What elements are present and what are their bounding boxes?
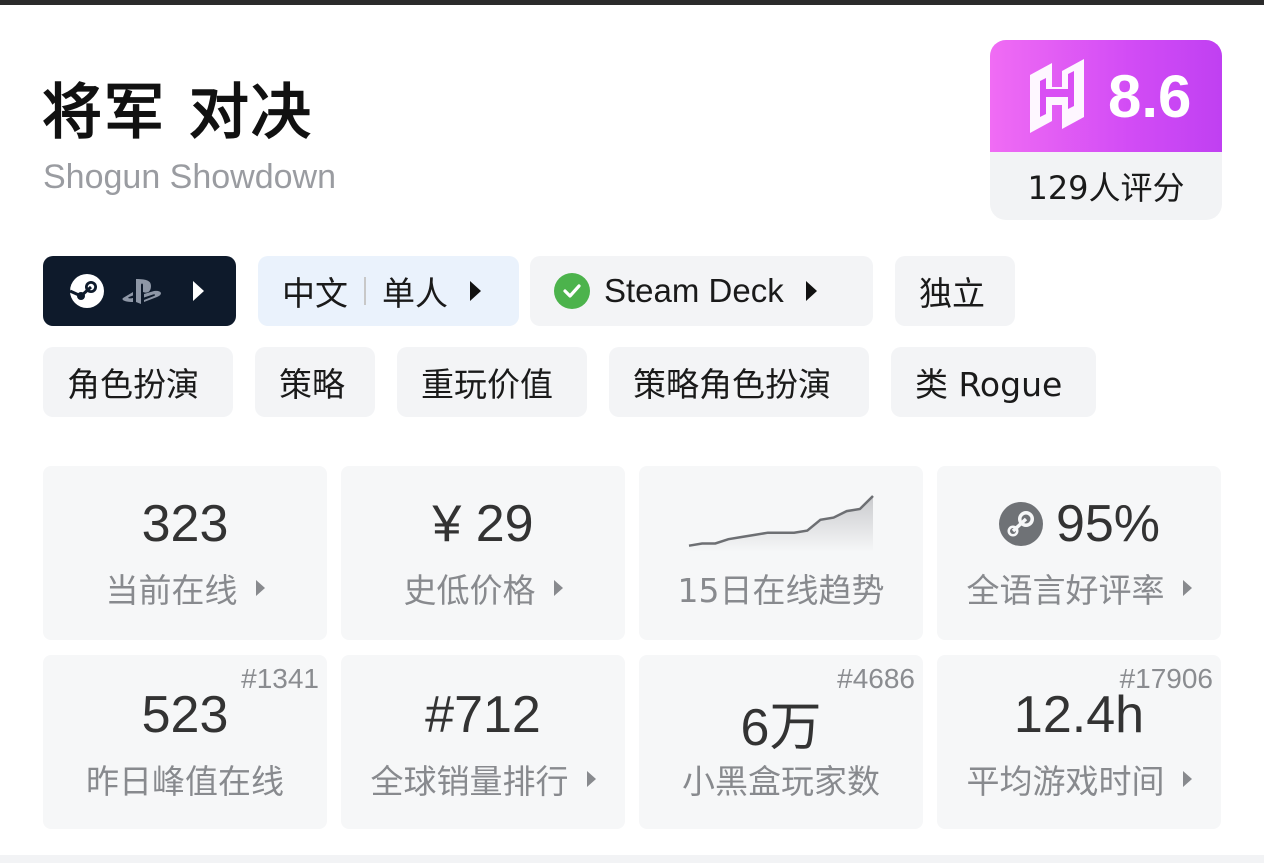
stat-label-text: 小黑盒玩家数 [682,762,880,801]
stat-current-online[interactable]: 323 当前在线 [43,466,327,640]
stat-label: 小黑盒玩家数 [639,755,923,803]
stat-global-sales-rank[interactable]: #712 全球销量排行 [341,655,625,829]
chevron-right-icon [1182,771,1192,787]
score-header: 8.6 [990,40,1222,152]
score-card[interactable]: 8.6 129人评分 [990,40,1222,220]
stat-value: #712 [425,686,541,744]
heybox-logo-icon [1030,59,1084,133]
tag-chip[interactable]: 角色扮演 [43,347,233,417]
stat-heybox-players[interactable]: #4686 6万 小黑盒玩家数 [639,655,923,829]
tag-label: 策略角色扮演 [633,365,831,404]
stat-avg-playtime[interactable]: #17906 12.4h 平均游戏时间 [937,655,1221,829]
stat-label-text: 全语言好评率 [966,571,1165,610]
tag-label: 类 Rogue [915,365,1063,404]
stat-rating[interactable]: 95% 全语言好评率 [937,466,1221,640]
tag-label: 重玩价值 [421,365,553,404]
tag-chip[interactable]: 重玩价值 [397,347,587,417]
steam-deck-label: Steam Deck [604,272,784,309]
stat-value: 323 [141,495,229,553]
bottom-strip [0,855,1264,863]
stat-value: 523 [141,686,229,744]
chevron-right-icon [553,580,563,596]
tag-label: 策略 [279,365,345,404]
chevron-right-icon [586,771,596,787]
tag-label: 角色扮演 [67,365,199,404]
tag-label: 独立 [919,274,985,313]
chevron-right-icon [805,281,817,301]
steam-icon [69,274,104,308]
divider [364,277,366,305]
stat-online-trend[interactable]: 15日在线趋势 [639,466,923,640]
rating-value: 95% [1055,495,1161,553]
stat-label: 昨日峰值在线 [43,755,327,803]
check-icon [554,273,590,309]
stat-yesterday-peak[interactable]: #1341 523 昨日峰值在线 [43,655,327,829]
top-strip [0,0,1264,5]
stat-value: ¥ 29 [432,495,534,553]
stat-label-text: 昨日峰值在线 [86,762,284,801]
tag-chip[interactable]: 类 Rogue [891,347,1096,417]
score-count: 129人评分 [1027,169,1185,207]
steam-deck-chip[interactable]: Steam Deck [530,256,873,326]
language-chip[interactable]: 中文 单人 [258,256,519,326]
tag-chip[interactable]: 策略角色扮演 [609,347,869,417]
stat-label-text: 15日在线趋势 [677,571,885,610]
language-label: 中文 [282,274,348,313]
tag-chip[interactable]: 策略 [255,347,375,417]
trend-sparkline [688,495,874,552]
stat-label: 全球销量排行 [341,755,625,803]
chevron-right-icon [470,281,481,301]
mode-label: 单人 [382,274,448,313]
stat-label-text: 史低价格 [403,571,536,610]
stat-label-text: 全球销量排行 [370,762,569,801]
chevron-right-icon [1182,580,1192,596]
score-value: 8.6 [1108,62,1192,130]
stat-lowest-price[interactable]: ¥ 29 史低价格 [341,466,625,640]
chevron-right-icon [193,281,204,301]
stat-label: 平均游戏时间 [937,755,1221,803]
page-subtitle: Shogun Showdown [43,158,337,196]
stat-label-text: 当前在线 [105,571,238,610]
playstation-icon [122,279,161,304]
tag-chip-indie[interactable]: 独立 [895,256,1015,326]
stat-label-text: 平均游戏时间 [966,762,1165,801]
stat-value: 12.4h [1013,686,1145,744]
steam-icon [998,502,1043,546]
stat-label: 15日在线趋势 [639,564,923,612]
chevron-right-icon [255,580,265,596]
stat-label: 史低价格 [341,564,625,612]
page-title: 将军 对决 [42,78,313,148]
stat-label: 当前在线 [43,564,327,612]
platform-chip[interactable] [43,256,236,326]
stat-value: 95% [937,494,1221,554]
stat-value: 6万 [740,699,822,757]
stat-label: 全语言好评率 [937,564,1221,612]
